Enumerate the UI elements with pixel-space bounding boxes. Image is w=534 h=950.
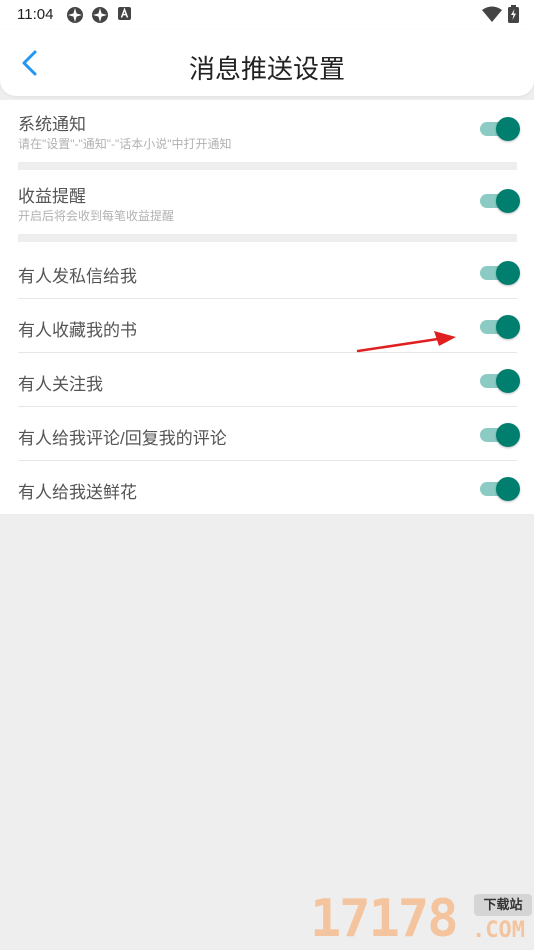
setting-row-followed: 有人关注我: [18, 368, 517, 398]
settings-list: 系统通知 请在"设置"-"通知"-"话本小说"中打开通知 收益提醒 开启后将会收…: [0, 100, 534, 514]
toggle-knob: [496, 423, 520, 447]
toggle-knob: [496, 477, 520, 501]
app-notification-icon: [91, 6, 109, 29]
status-time: 11:04: [17, 6, 54, 23]
private-message-toggle[interactable]: [480, 260, 520, 286]
watermark-badge: 下载站: [474, 894, 532, 916]
flowers-toggle[interactable]: [480, 476, 520, 502]
setting-title: 有人发私信给我: [18, 267, 137, 286]
app-notification-icon: [66, 6, 84, 29]
toggle-knob: [496, 315, 520, 339]
setting-subtitle: 请在"设置"-"通知"-"话本小说"中打开通知: [18, 137, 232, 151]
followed-toggle[interactable]: [480, 368, 520, 394]
section-divider: [18, 234, 517, 242]
setting-row-private-message: 有人发私信给我: [18, 260, 517, 290]
toggle-knob: [496, 261, 520, 285]
toggle-knob: [496, 189, 520, 213]
row-divider: [18, 298, 517, 299]
a-badge-icon: [118, 6, 132, 27]
row-divider: [18, 460, 517, 461]
watermark-number: 17178: [310, 889, 459, 949]
watermark-logo: 17178 下载站 .COM: [310, 888, 534, 950]
setting-title: 有人给我送鲜花: [18, 483, 137, 502]
battery-icon: [508, 5, 519, 28]
setting-title: 系统通知: [18, 115, 86, 134]
toggle-knob: [496, 369, 520, 393]
setting-row-system-notification: 系统通知 请在"设置"-"通知"-"话本小说"中打开通知: [18, 108, 517, 162]
section-divider: [18, 162, 517, 170]
system-notification-toggle[interactable]: [480, 116, 520, 142]
comment-reply-toggle[interactable]: [480, 422, 520, 448]
setting-title: 有人关注我: [18, 375, 103, 394]
setting-title: 收益提醒: [18, 187, 86, 206]
page-title: 消息推送设置: [188, 54, 345, 84]
header: 消息推送设置: [0, 30, 534, 96]
status-bar: 11:04: [0, 0, 534, 30]
watermark-domain: .COM: [472, 918, 525, 943]
setting-row-flowers: 有人给我送鲜花: [18, 476, 517, 506]
page: 11:04 消息推送设置 系统通知 请在"设置"-"通知"-"话本小说"中打开通…: [0, 0, 534, 950]
setting-row-comment-reply: 有人给我评论/回复我的评论: [18, 422, 517, 452]
setting-title: 有人收藏我的书: [18, 321, 137, 340]
setting-subtitle: 开启后将会收到每笔收益提醒: [18, 209, 175, 223]
wifi-icon: [482, 6, 502, 27]
setting-title: 有人给我评论/回复我的评论: [18, 429, 227, 448]
annotation-arrow-icon: [356, 331, 456, 353]
book-favorited-toggle[interactable]: [480, 314, 520, 340]
toggle-knob: [496, 117, 520, 141]
setting-row-earnings-reminder: 收益提醒 开启后将会收到每笔收益提醒: [18, 180, 517, 234]
earnings-reminder-toggle[interactable]: [480, 188, 520, 214]
row-divider: [18, 406, 517, 407]
